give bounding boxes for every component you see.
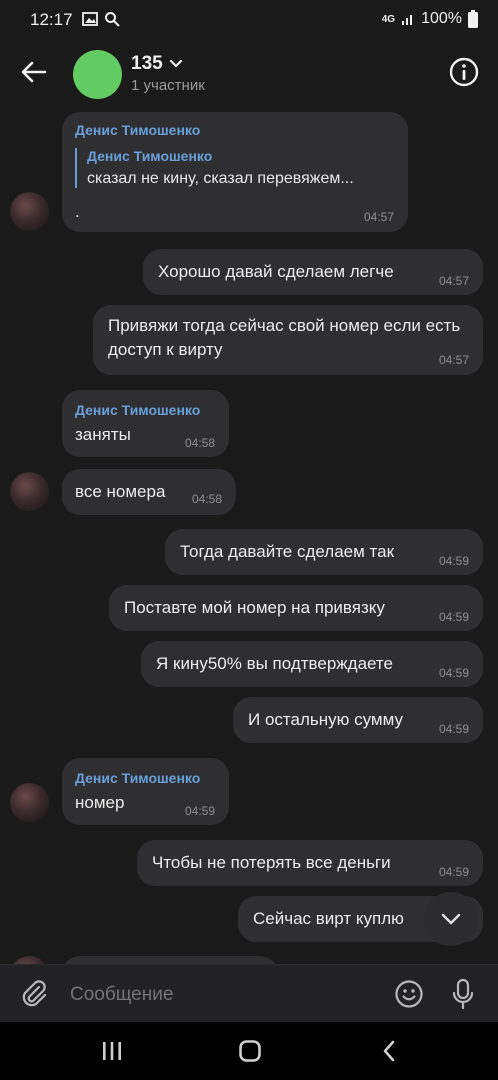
message-bubble-in[interactable]	[62, 956, 278, 964]
message-bubble-in[interactable]: все номера 04:58	[62, 469, 236, 515]
message-bubble-out[interactable]: Чтобы не потерять все деньги 04:59	[137, 840, 483, 886]
message-text: .	[75, 202, 80, 221]
chat-subtitle: 1 участник	[131, 77, 205, 94]
gallery-icon	[82, 12, 98, 26]
message-text: И остальную сумму	[248, 710, 403, 729]
message-text: номер	[75, 793, 125, 812]
message-time: 04:59	[438, 666, 469, 680]
message-time: 04:59	[438, 610, 469, 624]
message-bubble-out[interactable]: Поставте мой номер на привязку 04:59	[109, 585, 483, 631]
scroll-down-button[interactable]	[424, 892, 478, 946]
message-text: Поставте мой номер на привязку	[124, 598, 385, 617]
message-bubble-out[interactable]: И остальную сумму 04:59	[233, 697, 483, 743]
back-chevron-icon	[383, 1040, 395, 1062]
smiley-icon	[395, 980, 423, 1008]
battery-percent: 100%	[421, 10, 462, 27]
home-button[interactable]	[237, 1038, 263, 1064]
sender-avatar[interactable]	[10, 783, 49, 822]
message-text: Сейчас вирт куплю	[253, 909, 404, 928]
quote-sender: Денис Тимошенко	[87, 148, 213, 164]
microphone-icon	[452, 978, 474, 1010]
message-bubble-in[interactable]: Денис Тимошенко Денис Тимошенко сказал н…	[62, 112, 408, 232]
message-text: Хорошо давай сделаем легче	[158, 262, 394, 281]
voice-button[interactable]	[448, 977, 478, 1011]
message-time: 04:59	[438, 554, 469, 568]
message-text: Тогда давайте сделаем так	[180, 542, 395, 561]
chevron-down-icon	[169, 59, 182, 68]
recents-button[interactable]	[99, 1038, 125, 1064]
back-button[interactable]	[18, 56, 50, 88]
message-bubble-in[interactable]: Денис Тимошенко номер 04:59	[62, 758, 229, 825]
message-text: Я кину50% вы подтверждаете	[156, 654, 393, 673]
sender-name: Денис Тимошенко	[75, 122, 201, 138]
search-icon	[105, 12, 120, 27]
message-composer	[0, 964, 498, 1023]
chat-header: 135 1 участник	[0, 40, 498, 108]
message-text: Привяжи тогда сейчас свой номер если ест…	[108, 316, 461, 359]
message-text: Чтобы не потерять все деньги	[152, 853, 391, 872]
message-text: заняты	[75, 425, 131, 444]
attach-button[interactable]	[18, 978, 50, 1010]
sender-name: Денис Тимошенко	[75, 402, 201, 418]
message-bubble-in[interactable]: Денис Тимошенко заняты 04:58	[62, 390, 229, 457]
arrow-left-icon	[21, 61, 47, 83]
chat-avatar[interactable]	[73, 50, 122, 99]
emoji-button[interactable]	[394, 979, 424, 1009]
message-time: 04:59	[438, 722, 469, 736]
message-bubble-out[interactable]: Я кину50% вы подтверждаете 04:59	[141, 641, 483, 687]
info-button[interactable]	[448, 56, 480, 88]
message-time: 04:58	[184, 436, 215, 450]
message-time: 04:59	[438, 865, 469, 879]
quote-text: сказал не кину, сказал перевяжем...	[87, 170, 354, 187]
message-input[interactable]	[68, 979, 372, 1011]
chevron-down-icon	[441, 913, 461, 925]
message-list[interactable]: Денис Тимошенко Денис Тимошенко сказал н…	[0, 108, 498, 964]
status-bar: 12:17 4G 100%	[0, 0, 498, 40]
paperclip-icon	[22, 980, 47, 1007]
system-nav-bar	[0, 1022, 498, 1080]
reply-quote[interactable]: Денис Тимошенко сказал не кину, сказал п…	[75, 148, 397, 188]
network-type: 4G	[381, 13, 396, 25]
sender-avatar[interactable]	[10, 472, 49, 511]
message-time: 04:57	[363, 210, 394, 224]
message-time: 04:59	[184, 804, 215, 818]
battery-icon	[468, 10, 478, 28]
message-bubble-out[interactable]: Тогда давайте сделаем так 04:59	[165, 529, 483, 575]
sender-avatar[interactable]	[10, 192, 49, 231]
message-bubble-out[interactable]: Хорошо давай сделаем легче 04:57	[143, 249, 483, 295]
message-text: все номера	[75, 482, 166, 501]
message-bubble-out[interactable]: Привяжи тогда сейчас свой номер если ест…	[93, 305, 483, 375]
sender-name: Денис Тимошенко	[75, 770, 201, 786]
recents-icon	[103, 1042, 121, 1060]
signal-icon	[402, 15, 413, 25]
message-time: 04:58	[191, 492, 222, 506]
status-time: 12:17	[30, 10, 73, 29]
info-icon	[449, 57, 479, 87]
back-nav-button[interactable]	[377, 1038, 403, 1064]
message-time: 04:57	[438, 274, 469, 288]
chat-title[interactable]: 135	[131, 53, 183, 75]
sender-avatar[interactable]	[10, 956, 49, 964]
message-time: 04:57	[438, 353, 469, 367]
home-icon	[239, 1040, 261, 1062]
